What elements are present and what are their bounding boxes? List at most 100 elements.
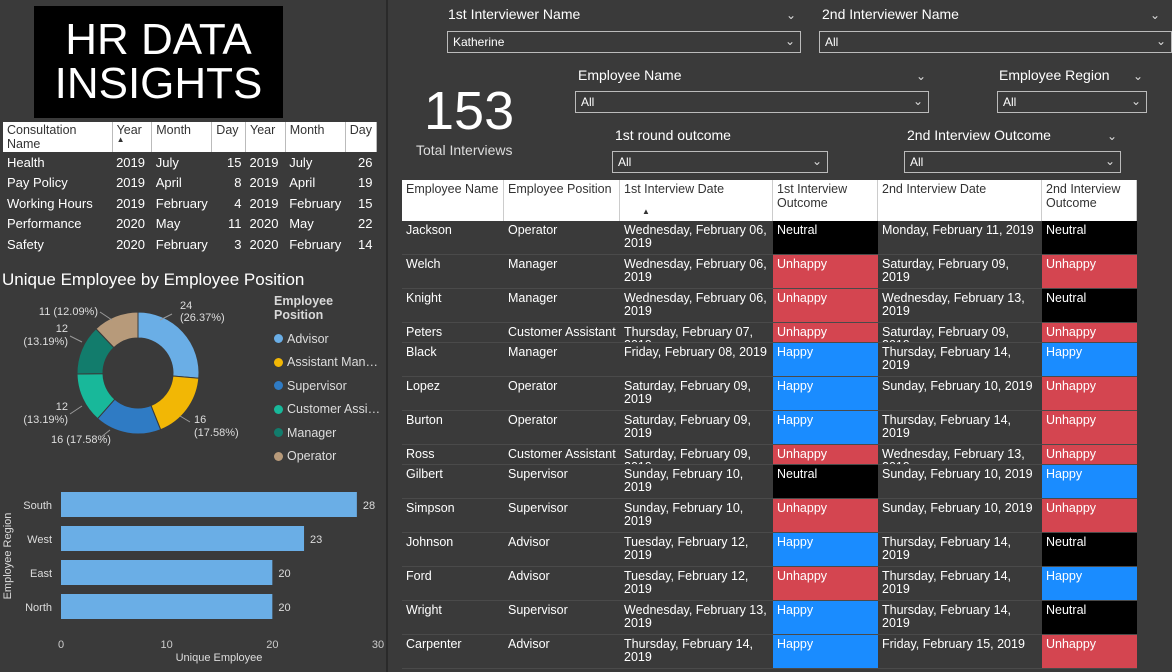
bar-south[interactable] xyxy=(61,492,357,517)
slicer-2nd-interview-outcome-value[interactable]: All ⌄ xyxy=(904,151,1121,173)
column-header[interactable]: Employee Name xyxy=(402,180,504,221)
column-header[interactable]: Month xyxy=(285,122,346,152)
table-row[interactable]: Wright Supervisor Wednesday, February 13, … xyxy=(402,601,1137,635)
slicer-1st-interviewer[interactable]: 1st Interviewer Name ⌄ Katherine ⌄ xyxy=(447,6,801,53)
slicer-employee-region-value[interactable]: All ⌄ xyxy=(997,91,1147,113)
chevron-down-icon[interactable]: ⌄ xyxy=(913,94,923,108)
slicer-2nd-interviewer[interactable]: 2nd Interviewer Name ⌄ All ⌄ xyxy=(819,6,1172,53)
table-cell: Sunday, February 10, 2019 xyxy=(882,467,1033,481)
leader-line xyxy=(69,405,83,415)
column-header[interactable]: 1st Interview Outcome xyxy=(773,180,878,221)
column-header[interactable]: 1st Interview Date ▲ xyxy=(620,180,773,221)
legend-dot-icon xyxy=(274,334,283,344)
outcome-cell: Happy xyxy=(773,343,878,376)
chevron-down-icon[interactable]: ⌄ xyxy=(1105,154,1115,168)
table-cell: February xyxy=(155,195,208,211)
slicer-employee-name-value[interactable]: All ⌄ xyxy=(575,91,929,113)
column-header[interactable]: Day xyxy=(345,122,378,152)
table-cell: Lopez xyxy=(406,379,441,393)
table-cell: Gilbert xyxy=(406,467,443,481)
legend-item[interactable]: Manager xyxy=(274,421,383,445)
table-row[interactable]: Working Hours 2019 February 4 2019 February 15 xyxy=(3,193,377,214)
column-header[interactable]: Employee Position xyxy=(504,180,620,221)
slicer-1st-interviewer-value[interactable]: Katherine ⌄ xyxy=(447,31,801,53)
column-header[interactable]: Year ▲ xyxy=(112,122,153,152)
slicer-employee-name[interactable]: Employee Name ⌄ All ⌄ xyxy=(575,67,929,113)
table-row[interactable]: Jackson Operator Wednesday, February 06, 2… xyxy=(402,221,1137,255)
sort-ascending-icon: ▲ xyxy=(642,207,650,216)
sort-ascending-icon: ▲ xyxy=(116,135,125,144)
table-cell: Welch xyxy=(406,257,441,271)
table-cell: Saturday, February 09, 2019 xyxy=(882,325,1009,343)
interview-table-header: Employee Name Employee Position 1st Interv… xyxy=(402,180,1137,221)
column-header[interactable]: 2nd Interview Date xyxy=(878,180,1042,221)
legend-item[interactable]: Customer Assi… xyxy=(274,398,383,422)
table-cell: Black xyxy=(406,345,437,359)
table-row[interactable]: Lopez Operator Saturday, February 09, 2019… xyxy=(402,377,1137,411)
chevron-down-icon[interactable]: ⌄ xyxy=(785,34,795,48)
legend-label: Operator xyxy=(287,449,337,464)
table-row[interactable]: Simpson Supervisor Sunday, February 10, 20… xyxy=(402,499,1137,533)
slicer-employee-region[interactable]: Employee Region ⌄ All ⌄ xyxy=(997,67,1147,113)
chevron-down-icon[interactable]: ⌄ xyxy=(812,154,822,168)
left-panel: HR DATA INSIGHTS Consultation Name Year ▲ Mo… xyxy=(0,0,384,672)
table-row[interactable]: Burton Operator Saturday, February 09, 201… xyxy=(402,411,1137,445)
legend-item[interactable]: Advisor xyxy=(274,327,383,351)
bar-value-label: 23 xyxy=(310,534,322,546)
chevron-down-icon[interactable]: ⌄ xyxy=(1156,34,1166,48)
column-header[interactable]: Consultation Name xyxy=(3,122,113,152)
table-row[interactable]: Knight Manager Wednesday, February 06, 201… xyxy=(402,289,1137,323)
outcome-cell: Happy xyxy=(1042,465,1137,498)
column-header[interactable]: Month xyxy=(151,122,213,152)
table-row[interactable]: Performance 2020 May 11 2020 May 22 xyxy=(3,214,377,235)
table-cell: Tuesday, February 12, 2019 xyxy=(624,535,749,562)
donut-data-label: (13.19%) xyxy=(23,414,68,426)
table-cell: April xyxy=(155,175,182,191)
table-row[interactable]: Johnson Advisor Tuesday, February 12, 2019… xyxy=(402,533,1137,567)
table-row[interactable]: Peters Customer Assistant Thursday, Februa… xyxy=(402,323,1137,343)
table-cell: February xyxy=(289,236,342,252)
table-row[interactable]: Welch Manager Wednesday, February 06, 2019… xyxy=(402,255,1137,289)
table-cell: Carpenter xyxy=(406,637,462,651)
outcome-cell: Happy xyxy=(1042,567,1137,600)
chevron-down-icon[interactable]: ⌄ xyxy=(786,8,796,22)
consultation-table: Consultation Name Year ▲ Month Day Year Month D… xyxy=(3,122,378,255)
x-tick-label: 20 xyxy=(266,639,278,651)
table-cell: Thursday, February 14, 2019 xyxy=(882,535,1011,562)
legend-label: Manager xyxy=(287,425,337,440)
legend-item[interactable]: Operator xyxy=(274,445,383,469)
table-row[interactable]: Pay Policy 2019 April 8 2019 April 19 xyxy=(3,173,377,194)
bar-west[interactable] xyxy=(61,526,305,551)
chevron-down-icon[interactable]: ⌄ xyxy=(916,69,926,83)
table-row[interactable]: Health 2019 July 15 2019 July 26 xyxy=(3,152,377,173)
outcome-cell: Unhappy xyxy=(773,255,878,288)
legend-item[interactable]: Assistant Man… xyxy=(274,351,383,375)
chevron-down-icon[interactable]: ⌄ xyxy=(1107,129,1117,143)
column-header[interactable]: Day xyxy=(211,122,247,152)
table-row[interactable]: Safety 2020 February 3 2020 February 14 xyxy=(3,234,377,255)
table-row[interactable]: Gilbert Supervisor Sunday, February 10, 20… xyxy=(402,465,1137,499)
slicer-1st-round-outcome[interactable]: 1st round outcome All ⌄ xyxy=(612,127,828,173)
table-row[interactable]: Ford Advisor Tuesday, February 12, 2019 Unh… xyxy=(402,567,1137,601)
donut-slice-assistant-manager[interactable] xyxy=(150,375,200,431)
table-cell: Wednesday, February 13, 2019 xyxy=(882,447,1025,465)
slicer-2nd-interviewer-value[interactable]: All ⌄ xyxy=(819,31,1172,53)
table-cell: Thursday, February 14, 2019 xyxy=(624,637,753,664)
outcome-cell: Neutral xyxy=(1042,533,1137,566)
chevron-down-icon[interactable]: ⌄ xyxy=(1133,69,1143,83)
legend-dot-icon xyxy=(274,381,283,391)
legend-item[interactable]: Supervisor xyxy=(274,374,383,398)
slicer-2nd-interview-outcome[interactable]: 2nd Interview Outcome ⌄ All ⌄ xyxy=(904,127,1121,173)
table-row[interactable]: Ross Customer Assistant Saturday, February… xyxy=(402,445,1137,465)
table-row[interactable]: Black Manager Friday, February 08, 2019 Hap… xyxy=(402,343,1137,377)
table-row[interactable]: Carpenter Advisor Thursday, February 14, 2… xyxy=(402,635,1137,669)
chevron-down-icon[interactable]: ⌄ xyxy=(1150,8,1160,22)
column-header[interactable]: Year xyxy=(245,122,286,152)
chevron-down-icon[interactable]: ⌄ xyxy=(1131,94,1141,108)
bar-north[interactable] xyxy=(61,594,273,619)
slicer-1st-round-outcome-value[interactable]: All ⌄ xyxy=(612,151,828,173)
table-cell: February xyxy=(155,236,208,252)
legend-label: Supervisor xyxy=(287,378,347,393)
bar-east[interactable] xyxy=(61,560,273,585)
column-header[interactable]: 2nd Interview Outcome xyxy=(1042,180,1137,221)
